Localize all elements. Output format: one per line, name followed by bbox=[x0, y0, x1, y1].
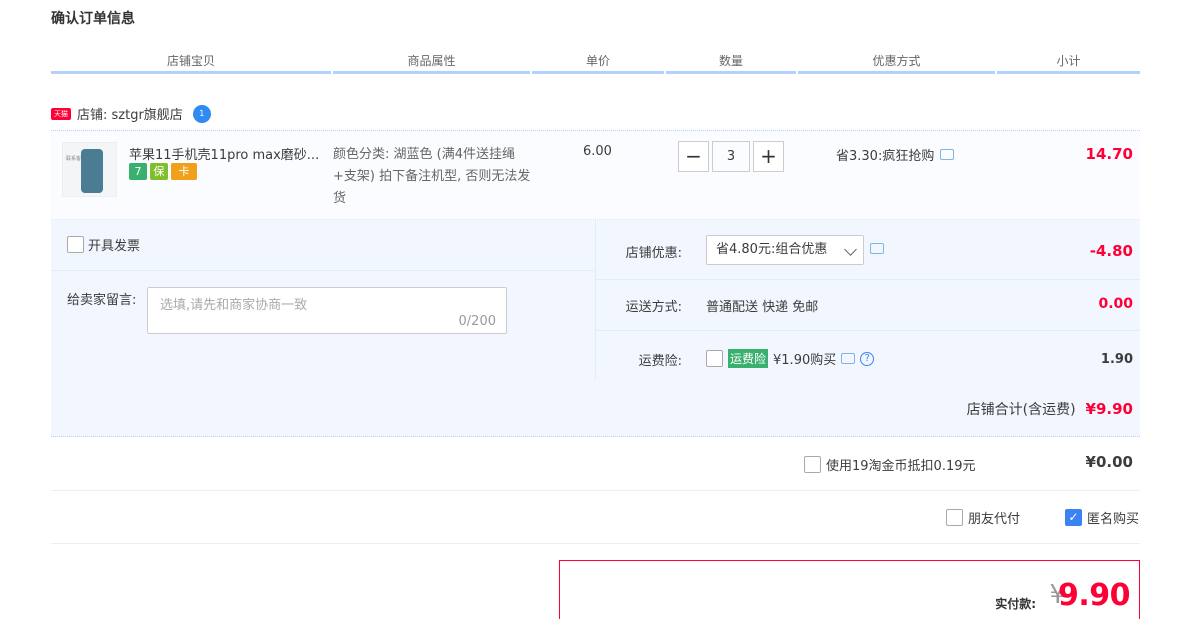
anonymous-purchase-option[interactable]: ✓ 匿名购买 bbox=[1065, 508, 1139, 527]
phone-case-image bbox=[81, 149, 103, 193]
shop-name[interactable]: 店铺: sztgr旗舰店 bbox=[77, 104, 183, 123]
shop-total-amount: ¥9.90 bbox=[1085, 400, 1133, 418]
tmall-icon: 天猫 bbox=[51, 107, 71, 120]
page-title: 确认订单信息 bbox=[51, 11, 135, 27]
column-header-unit-price: 单价 bbox=[532, 52, 664, 74]
insurance-checkbox[interactable] bbox=[706, 350, 723, 367]
message-char-count: 0/200 bbox=[458, 314, 496, 329]
item-subtotal: 14.70 bbox=[1085, 145, 1133, 163]
shipping-amount: 0.00 bbox=[1098, 296, 1133, 312]
discount-text: 省3.30:疯狂抢购 bbox=[836, 149, 935, 164]
insurance-label: 运费险: bbox=[638, 354, 682, 369]
quantity-stepper: − 3 + bbox=[678, 141, 784, 172]
shipping-label: 运送方式: bbox=[625, 300, 682, 315]
shipping-method: 普通配送 快递 免邮 bbox=[706, 300, 819, 315]
invoice-checkbox[interactable] bbox=[67, 236, 84, 253]
chevron-down-icon bbox=[844, 243, 857, 256]
insurance-amount: 1.90 bbox=[1100, 352, 1133, 367]
coin-amount: ¥0.00 bbox=[1085, 453, 1133, 471]
shop-coupon-amount: -4.80 bbox=[1089, 242, 1133, 260]
column-header-quantity: 数量 bbox=[666, 52, 796, 74]
shipping-insurance-option: 运费险 ¥1.90购买 ? bbox=[706, 349, 875, 368]
column-header-subtotal: 小计 bbox=[997, 52, 1140, 74]
divider bbox=[51, 490, 1140, 491]
message-textarea[interactable]: 选填,请先和商家协商一致 0/200 bbox=[147, 287, 507, 334]
column-header-discount: 优惠方式 bbox=[798, 52, 995, 74]
decrease-quantity-button[interactable]: − bbox=[678, 141, 709, 172]
friend-pay-checkbox[interactable] bbox=[946, 509, 963, 526]
shop-total: 店铺合计(含运费) ¥9.90 bbox=[967, 399, 1133, 419]
comment-icon[interactable] bbox=[940, 149, 955, 160]
wangwang-chat-icon[interactable]: 1 bbox=[192, 104, 211, 123]
item-attributes: 颜色分类: 湖蓝色 (满4件送挂绳+支架) 拍下备注机型, 否则无法发货 bbox=[333, 147, 531, 206]
friend-pay-label: 朋友代付 bbox=[968, 512, 1021, 527]
message-placeholder: 选填,请先和商家协商一致 bbox=[160, 298, 308, 313]
divider bbox=[596, 279, 1140, 280]
payment-amount: 9.90 bbox=[1057, 578, 1131, 613]
quantity-input[interactable]: 3 bbox=[712, 141, 750, 172]
credit-card-icon[interactable]: 卡 bbox=[171, 163, 197, 180]
item-title-link[interactable]: 苹果11手机壳11pro max磨砂... bbox=[129, 144, 324, 163]
friend-pay-option[interactable]: 朋友代付 bbox=[946, 508, 1020, 527]
anonymous-checkbox[interactable]: ✓ bbox=[1065, 509, 1082, 526]
invoice-option[interactable]: 开具发票 bbox=[67, 235, 140, 254]
divider bbox=[596, 330, 1140, 331]
invoice-label: 开具发票 bbox=[88, 239, 141, 254]
message-label: 给卖家留言: bbox=[67, 293, 137, 308]
coin-checkbox[interactable] bbox=[804, 456, 821, 473]
taobao-coin-option[interactable]: 使用19淘金币抵扣0.19元 bbox=[804, 455, 976, 474]
shop-row: 天猫 店铺: sztgr旗舰店 1 bbox=[51, 104, 211, 123]
column-header-attributes: 商品属性 bbox=[333, 52, 530, 74]
shop-total-label: 店铺合计(含运费) bbox=[966, 402, 1076, 418]
help-icon[interactable]: ? bbox=[860, 351, 875, 366]
divider bbox=[51, 543, 1140, 544]
item-thumbnail[interactable]: 联系客服 bbox=[62, 142, 117, 197]
shop-coupon-value: 省4.80元:组合优惠 bbox=[716, 242, 828, 257]
insurance-price: ¥1.90购买 bbox=[773, 353, 837, 368]
shop-coupon-select[interactable]: 省4.80元:组合优惠 bbox=[706, 235, 864, 265]
divider bbox=[51, 270, 595, 271]
guarantee-icon[interactable]: 保 bbox=[150, 163, 168, 180]
insurance-badge: 运费险 bbox=[728, 349, 769, 368]
payment-label: 实付款: bbox=[995, 597, 1036, 611]
comment-icon[interactable] bbox=[870, 243, 884, 254]
shop-coupon-label: 店铺优惠: bbox=[625, 246, 682, 261]
comment-icon[interactable] bbox=[841, 353, 856, 364]
coin-label: 使用19淘金币抵扣0.19元 bbox=[826, 459, 976, 474]
item-discount: 省3.30:疯狂抢购 bbox=[836, 145, 955, 164]
column-header-item: 店铺宝贝 bbox=[51, 52, 331, 74]
anonymous-label: 匿名购买 bbox=[1087, 512, 1140, 527]
seven-day-return-icon[interactable]: 7 bbox=[129, 163, 147, 180]
service-icons: 7 保 卡 bbox=[129, 163, 197, 180]
unit-price: 6.00 bbox=[583, 144, 612, 159]
increase-quantity-button[interactable]: + bbox=[753, 141, 784, 172]
